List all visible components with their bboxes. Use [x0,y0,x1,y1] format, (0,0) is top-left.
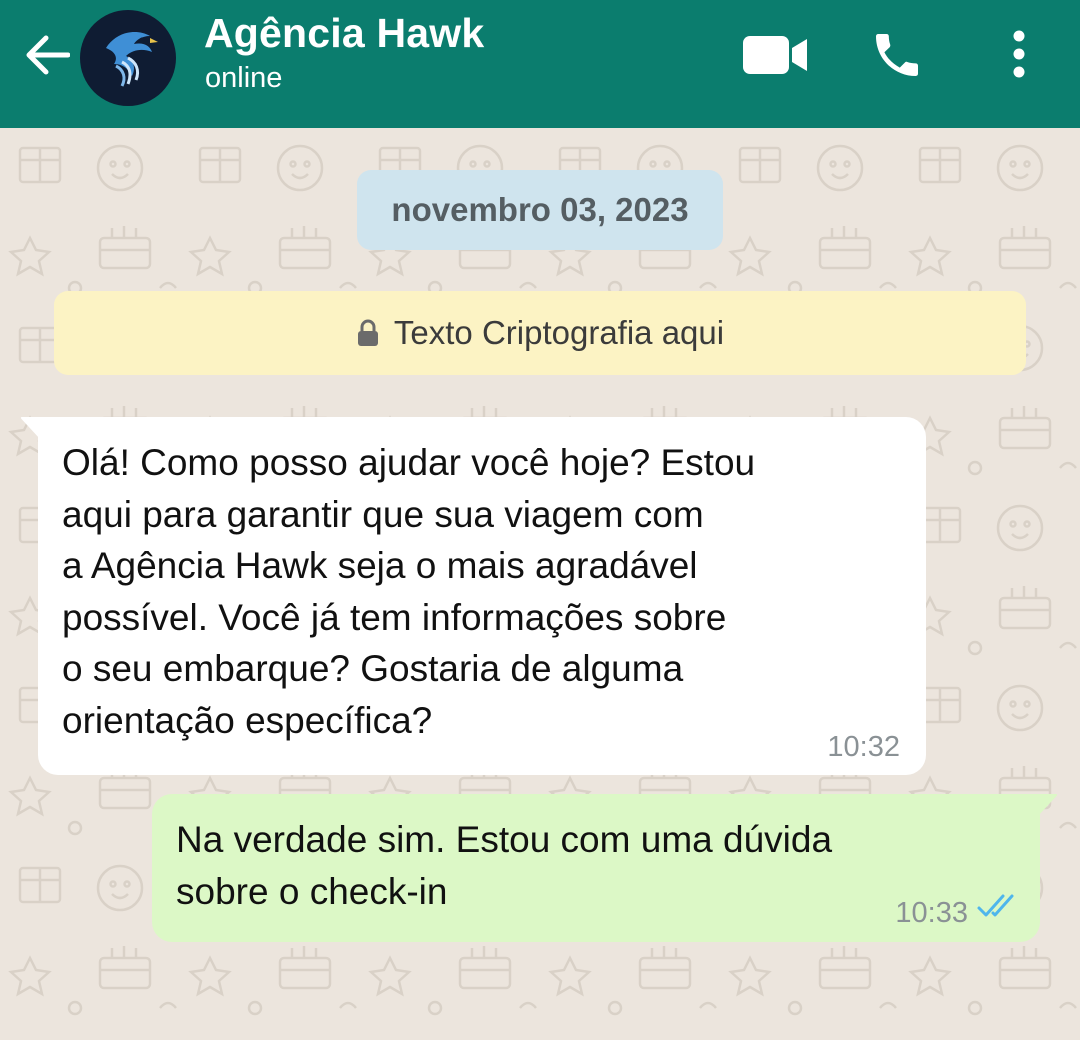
phone-call-button[interactable] [866,24,928,86]
contact-name[interactable]: Agência Hawk [204,10,484,57]
back-button[interactable] [20,28,74,82]
chat-header: Agência Hawk online [0,0,1080,128]
avatar[interactable] [80,10,176,106]
bubble-tail [1038,794,1058,816]
lock-icon [356,319,380,347]
date-separator: novembro 03, 2023 [357,170,723,250]
message-time: 10:32 [827,731,900,763]
read-receipt-icon [976,892,1020,920]
message-time: 10:33 [895,897,968,929]
video-call-icon [743,36,807,74]
hawk-logo-icon [106,32,158,87]
bubble-tail [20,417,40,439]
outgoing-message[interactable]: Na verdade sim. Estou com uma dúvida sob… [152,794,1058,942]
back-arrow-icon [26,35,70,75]
chat-area[interactable]: novembro 03, 2023 Texto Criptografia aqu… [0,128,1080,1040]
contact-status: online [205,62,283,94]
encryption-notice-text: Texto Criptografia aqui [393,314,725,351]
more-options-button[interactable] [1000,26,1038,82]
more-options-icon [1013,30,1025,78]
message-text: Na verdade sim. Estou com uma dúvida sob… [176,819,833,912]
message-text: Olá! Como posso ajudar você hoje? Estou … [62,442,756,741]
phone-call-icon [876,34,918,76]
encryption-notice[interactable]: Texto Criptografia aqui [54,291,1026,375]
incoming-message[interactable]: Olá! Como posso ajudar você hoje? Estou … [20,417,926,775]
video-call-button[interactable] [740,30,810,80]
